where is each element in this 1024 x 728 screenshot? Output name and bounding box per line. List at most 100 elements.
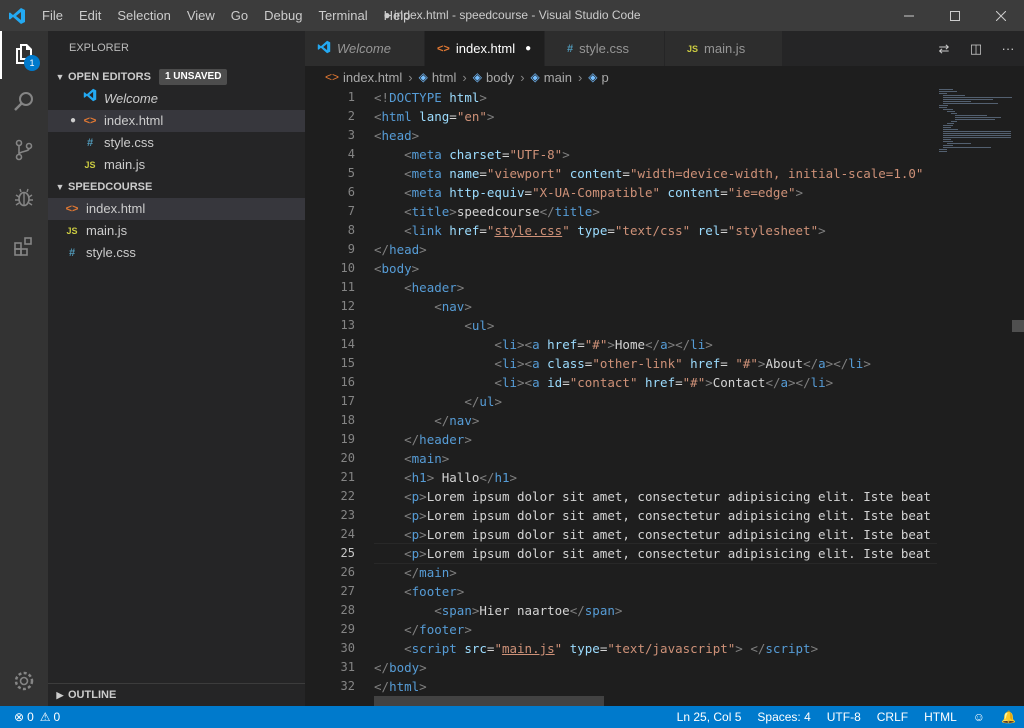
- open-editor-index-html[interactable]: ● <> index.html: [48, 110, 305, 132]
- code-line[interactable]: <body>: [374, 259, 937, 278]
- code-token: =: [577, 337, 585, 352]
- code-token: >: [419, 242, 427, 257]
- code-area[interactable]: <!DOCTYPE html> <html lang="en"> <head> <m…: [374, 88, 937, 696]
- feedback-smiley-icon[interactable]: ☺: [965, 710, 993, 724]
- code-line[interactable]: <li><a href="#">Home</a></li>: [374, 335, 937, 354]
- line-ending[interactable]: CRLF: [869, 710, 916, 724]
- js-file-icon: JS: [66, 226, 78, 236]
- unsaved-dot-icon[interactable]: ●: [70, 110, 82, 132]
- menu-edit[interactable]: Edit: [71, 0, 109, 31]
- cursor-position[interactable]: Ln 25, Col 5: [669, 710, 750, 724]
- code-line[interactable]: <main>: [374, 449, 937, 468]
- code-line[interactable]: <meta name="viewport" content="width=dev…: [374, 164, 937, 183]
- code-line[interactable]: <p>Lorem ipsum dolor sit amet, consectet…: [374, 525, 937, 544]
- open-editor-style-css[interactable]: # style.css: [48, 132, 305, 154]
- minimize-button[interactable]: [886, 0, 932, 31]
- code-line[interactable]: <link href="style.css" type="text/css" r…: [374, 221, 937, 240]
- code-line[interactable]: <script src="main.js" type="text/javascr…: [374, 639, 937, 658]
- code-line[interactable]: <head>: [374, 126, 937, 145]
- code-line[interactable]: <h1> Hallo</h1>: [374, 468, 937, 487]
- project-folder-header[interactable]: ▼ SPEEDCOURSE: [48, 176, 305, 198]
- open-editor-main-js[interactable]: JS main.js: [48, 154, 305, 176]
- code-line[interactable]: <!DOCTYPE html>: [374, 88, 937, 107]
- warning-icon: ⚠: [39, 710, 51, 724]
- file-style-css[interactable]: # style.css: [48, 242, 305, 264]
- code-line[interactable]: <meta http-equiv="X-UA-Compatible" conte…: [374, 183, 937, 202]
- more-actions-icon[interactable]: ···: [992, 41, 1024, 56]
- code-line[interactable]: </html>: [374, 677, 937, 696]
- breadcrumb-item[interactable]: html: [432, 70, 457, 85]
- menu-debug[interactable]: Debug: [256, 0, 310, 31]
- open-changes-icon[interactable]: ⇄: [928, 41, 960, 57]
- breadcrumb-item[interactable]: p: [602, 70, 609, 85]
- problems-indicator[interactable]: ⊗ 0 ⚠ 0: [0, 710, 60, 724]
- code-line[interactable]: </head>: [374, 240, 937, 259]
- horizontal-scrollbar[interactable]: [374, 696, 604, 706]
- file-label: index.html: [86, 201, 146, 216]
- debug-activity-button[interactable]: [0, 175, 48, 223]
- code-line[interactable]: <ul>: [374, 316, 937, 335]
- encoding[interactable]: UTF-8: [819, 710, 869, 724]
- manage-activity-button[interactable]: [0, 658, 48, 706]
- code-line[interactable]: <p>Lorem ipsum dolor sit amet, consectet…: [374, 543, 937, 564]
- code-line[interactable]: <span>Hier naartoe</span>: [374, 601, 937, 620]
- indentation[interactable]: Spaces: 4: [749, 710, 818, 724]
- menu-view[interactable]: View: [179, 0, 223, 31]
- vertical-scrollbar[interactable]: [1012, 88, 1024, 706]
- menu-help[interactable]: Help: [376, 0, 419, 31]
- breadcrumb-item[interactable]: body: [486, 70, 514, 85]
- open-editor-welcome[interactable]: Welcome: [48, 88, 305, 110]
- maximize-button[interactable]: [932, 0, 978, 31]
- menu-file[interactable]: File: [34, 0, 71, 31]
- code-line[interactable]: </footer>: [374, 620, 937, 639]
- code-token: type: [569, 641, 600, 656]
- code-token: =: [449, 109, 457, 124]
- file-main-js[interactable]: JS main.js: [48, 220, 305, 242]
- outline-header[interactable]: ▶ OUTLINE: [48, 684, 305, 706]
- code-line[interactable]: <header>: [374, 278, 937, 297]
- code-line[interactable]: </ul>: [374, 392, 937, 411]
- code-token: <: [374, 109, 382, 124]
- error-count: 0: [27, 710, 34, 724]
- code-line[interactable]: <nav>: [374, 297, 937, 316]
- breadcrumb-item[interactable]: index.html: [343, 70, 402, 85]
- code-token: </: [374, 679, 390, 694]
- code-line[interactable]: <title>speedcourse</title>: [374, 202, 937, 221]
- unsaved-dot-icon[interactable]: ●: [525, 43, 531, 54]
- code-line[interactable]: <li><a id="contact" href="#">Contact</a>…: [374, 373, 937, 392]
- menu-terminal[interactable]: Terminal: [310, 0, 375, 31]
- menu-selection[interactable]: Selection: [109, 0, 178, 31]
- search-activity-button[interactable]: [0, 79, 48, 127]
- code-line[interactable]: </body>: [374, 658, 937, 677]
- code-token: <: [404, 584, 412, 599]
- scrollbar-thumb[interactable]: [1012, 320, 1024, 332]
- code-line[interactable]: <html lang="en">: [374, 107, 937, 126]
- tab-index-html[interactable]: <> index.html ●: [425, 31, 545, 66]
- code-line[interactable]: <p>Lorem ipsum dolor sit amet, consectet…: [374, 487, 937, 506]
- code-line[interactable]: </nav>: [374, 411, 937, 430]
- tab-welcome[interactable]: Welcome: [305, 31, 425, 66]
- notifications-bell-icon[interactable]: 🔔: [993, 710, 1024, 724]
- code-token: >: [486, 318, 495, 333]
- code-line[interactable]: <meta charset="UTF-8">: [374, 145, 937, 164]
- code-line[interactable]: </header>: [374, 430, 937, 449]
- split-editor-icon[interactable]: ◫: [960, 41, 992, 57]
- explorer-activity-button[interactable]: 1: [0, 31, 48, 79]
- file-index-html[interactable]: <> index.html: [48, 198, 305, 220]
- language-mode[interactable]: HTML: [916, 710, 965, 724]
- close-button[interactable]: [978, 0, 1024, 31]
- menu-go[interactable]: Go: [223, 0, 256, 31]
- code-line[interactable]: <li><a class="other-link" href= "#">Abou…: [374, 354, 937, 373]
- code-line[interactable]: </main>: [374, 563, 937, 582]
- minimap[interactable]: [937, 88, 1013, 706]
- open-editors-header[interactable]: ▼ OPEN EDITORS 1 UNSAVED: [48, 66, 305, 88]
- tab-style-css[interactable]: # style.css: [545, 31, 665, 66]
- code-line[interactable]: <footer>: [374, 582, 937, 601]
- breadcrumb-item[interactable]: main: [544, 70, 572, 85]
- extensions-activity-button[interactable]: [0, 223, 48, 271]
- code-line[interactable]: <p>Lorem ipsum dolor sit amet, consectet…: [374, 506, 937, 525]
- source-control-activity-button[interactable]: [0, 127, 48, 175]
- code-editor[interactable]: 1 2 3 4 5 6 7 8 9 10 11 12 13 14 15 16 17 18 19 20 21 22 23 24 2…: [305, 88, 1024, 706]
- tab-main-js[interactable]: JS main.js: [665, 31, 783, 66]
